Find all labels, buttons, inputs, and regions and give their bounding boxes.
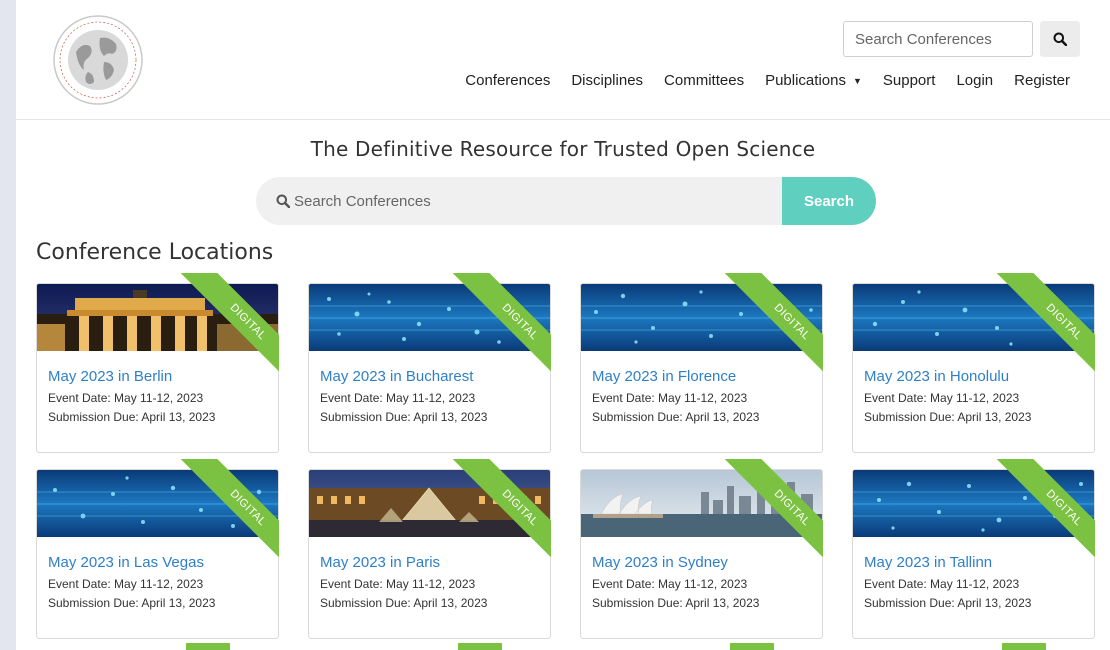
hero-search-button[interactable]: Search [782, 177, 876, 225]
conference-card[interactable]: May 2023 in Las Vegas Event Date: May 11… [36, 459, 279, 639]
ribbon-peek [186, 643, 230, 650]
search-icon [1053, 32, 1067, 46]
nav-login[interactable]: Login [956, 72, 993, 89]
hero-search-input[interactable] [294, 192, 754, 210]
card-title[interactable]: May 2023 in Bucharest [320, 368, 473, 385]
conference-card[interactable]: May 2023 in Paris Event Date: May 11-12,… [308, 459, 551, 639]
nav-committees[interactable]: Committees [664, 72, 744, 89]
card-title[interactable]: May 2023 in Berlin [48, 368, 172, 385]
tagline: The Definitive Resource for Trusted Open… [310, 137, 816, 161]
conference-image-digital [309, 284, 550, 351]
card-submission-due: Submission Due: April 13, 2023 [320, 410, 488, 424]
nav-support[interactable]: Support [883, 72, 936, 89]
header-search-input[interactable] [843, 21, 1033, 57]
card-event-date: Event Date: May 11-12, 2023 [864, 577, 1020, 591]
card-event-date: Event Date: May 11-12, 2023 [320, 577, 476, 591]
caret-down-icon: ▼ [852, 75, 862, 86]
card-event-date: Event Date: May 11-12, 2023 [320, 391, 476, 405]
hero-search-bar: Search [256, 177, 876, 225]
main-nav: Conferences Disciplines Committees Publi… [465, 72, 1070, 89]
card-title[interactable]: May 2023 in Sydney [592, 554, 728, 571]
ribbon-peek [458, 643, 502, 650]
conference-card[interactable]: May 2023 in Florence Event Date: May 11-… [580, 273, 823, 453]
hero-search-field [256, 177, 782, 225]
conference-image-berlin [37, 284, 278, 351]
nav-conferences[interactable]: Conferences [465, 72, 550, 89]
card-submission-due: Submission Due: April 13, 2023 [864, 410, 1032, 424]
card-event-date: Event Date: May 11-12, 2023 [592, 391, 748, 405]
page: Conferences Disciplines Committees Publi… [16, 0, 1110, 650]
conference-card[interactable]: May 2023 in Sydney Event Date: May 11-12… [580, 459, 823, 639]
conference-image-digital [853, 284, 1094, 351]
card-submission-due: Submission Due: April 13, 2023 [592, 596, 760, 610]
site-header: Conferences Disciplines Committees Publi… [16, 0, 1110, 120]
conference-image-sydney [581, 470, 822, 537]
conference-card[interactable]: May 2023 in Honolulu Event Date: May 11-… [852, 273, 1095, 453]
card-title[interactable]: May 2023 in Las Vegas [48, 554, 204, 571]
card-title[interactable]: May 2023 in Tallinn [864, 554, 992, 571]
card-submission-due: Submission Due: April 13, 2023 [48, 410, 216, 424]
nav-disciplines[interactable]: Disciplines [571, 72, 643, 89]
card-title[interactable]: May 2023 in Honolulu [864, 368, 1009, 385]
ribbon-peek [1002, 643, 1046, 650]
card-submission-due: Submission Due: April 13, 2023 [592, 410, 760, 424]
nav-publications-label: Publications [765, 72, 846, 89]
card-event-date: Event Date: May 11-12, 2023 [864, 391, 1020, 405]
header-search-button[interactable] [1040, 21, 1080, 57]
conference-image-paris [309, 470, 550, 537]
section-title: Conference Locations [36, 240, 274, 265]
nav-register[interactable]: Register [1014, 72, 1070, 89]
card-submission-due: Submission Due: April 13, 2023 [48, 596, 216, 610]
card-event-date: Event Date: May 11-12, 2023 [592, 577, 748, 591]
card-event-date: Event Date: May 11-12, 2023 [48, 577, 204, 591]
conference-card[interactable]: May 2023 in Bucharest Event Date: May 11… [308, 273, 551, 453]
search-icon [276, 194, 290, 208]
ribbon-peek [730, 643, 774, 650]
conference-card[interactable]: May 2023 in Tallinn Event Date: May 11-1… [852, 459, 1095, 639]
card-title[interactable]: May 2023 in Paris [320, 554, 440, 571]
card-submission-due: Submission Due: April 13, 2023 [864, 596, 1032, 610]
conference-image-digital [581, 284, 822, 351]
card-event-date: Event Date: May 11-12, 2023 [48, 391, 204, 405]
conference-grid: May 2023 in Berlin Event Date: May 11-12… [36, 273, 1095, 639]
card-submission-due: Submission Due: April 13, 2023 [320, 596, 488, 610]
next-row-ribbons [16, 643, 1110, 650]
conference-card[interactable]: May 2023 in Berlin Event Date: May 11-12… [36, 273, 279, 453]
nav-publications[interactable]: Publications ▼ [765, 72, 862, 89]
card-title[interactable]: May 2023 in Florence [592, 368, 736, 385]
conference-image-digital [37, 470, 278, 537]
conference-image-digital [853, 470, 1094, 537]
site-logo[interactable] [52, 14, 144, 106]
